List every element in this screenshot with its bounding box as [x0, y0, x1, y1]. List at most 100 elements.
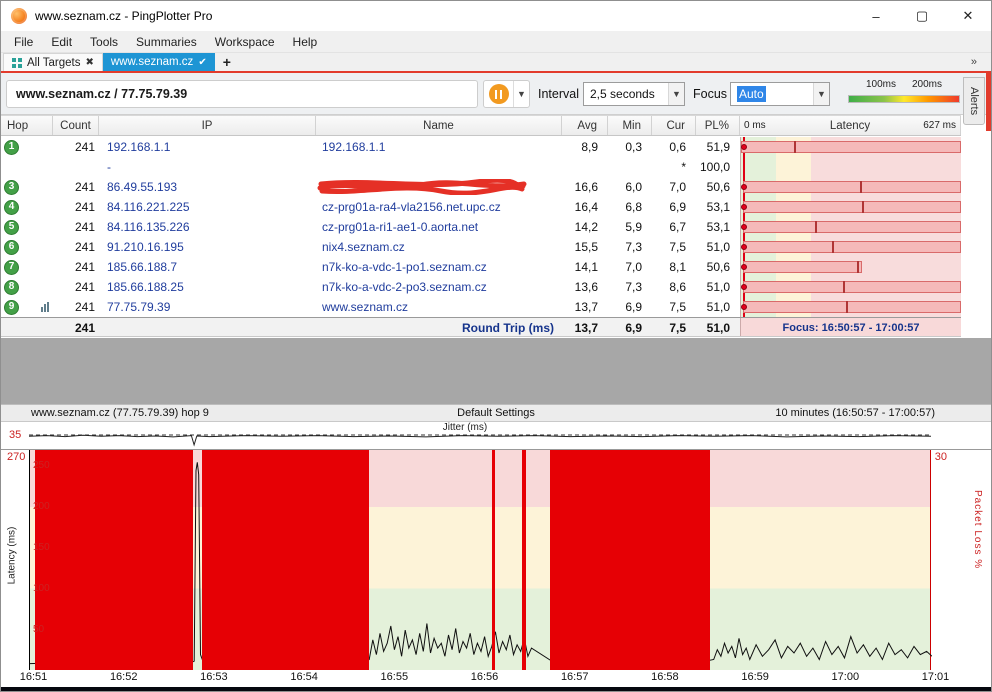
- menu-item-file[interactable]: File: [5, 31, 42, 53]
- latency-tick-label: 100: [33, 583, 50, 594]
- menu-item-help[interactable]: Help: [284, 31, 327, 53]
- menu-item-tools[interactable]: Tools: [81, 31, 127, 53]
- header-min[interactable]: Min: [608, 116, 652, 135]
- table-row[interactable]: 7241185.66.188.7n7k-ko-a-vdc-1-po1.sezna…: [1, 257, 961, 277]
- count-cell: 241: [53, 297, 99, 317]
- overflow-chevrons-icon[interactable]: »: [971, 56, 977, 68]
- tab-label: All Targets: [27, 57, 80, 69]
- legend-gradient-bar: [848, 95, 960, 103]
- cur-cell: 6,7: [652, 217, 696, 237]
- name-cell: 192.168.1.1: [316, 137, 562, 157]
- count-cell: [53, 157, 99, 177]
- alerts-side-tab[interactable]: Alerts: [963, 77, 985, 125]
- latency-marker-tick: [860, 181, 862, 193]
- jitter-title: Jitter (ms): [1, 422, 929, 433]
- table-row[interactable]: 524184.116.135.226cz-prg01a-ri1-ae1-0.ao…: [1, 217, 961, 237]
- count-cell: 241: [53, 137, 99, 157]
- minimize-button[interactable]: –: [853, 1, 899, 31]
- latency-axis-max: 270: [7, 451, 25, 463]
- header-cur[interactable]: Cur: [652, 116, 696, 135]
- count-cell: 241: [53, 237, 99, 257]
- hop-cell: [1, 157, 53, 177]
- latency-minigraph-cell: [740, 197, 961, 217]
- latency-marker-tick: [846, 301, 848, 313]
- ip-cell: 86.49.55.193: [99, 177, 316, 197]
- ip-cell: 77.75.79.39: [99, 297, 316, 317]
- timegraph-range-label[interactable]: 10 minutes (16:50:57 - 17:00:57): [775, 405, 935, 421]
- time-axis: 16:5116:5216:5316:5416:5516:5616:5716:58…: [1, 670, 991, 687]
- table-row[interactable]: 924177.75.79.39www.seznam.cz13,76,97,551…: [1, 297, 961, 317]
- menu-item-workspace[interactable]: Workspace: [206, 31, 284, 53]
- hop-number-badge: 3: [4, 180, 19, 195]
- header-avg[interactable]: Avg: [562, 116, 608, 135]
- table-row[interactable]: -*100,0: [1, 157, 961, 177]
- table-header: Hop Count IP Name Avg Min Cur PL% 0 ms L…: [1, 115, 961, 136]
- hop-cell: 7: [1, 257, 53, 277]
- header-count[interactable]: Count: [53, 116, 99, 135]
- focus-label: Focus: [693, 73, 727, 115]
- tab-www-seznam[interactable]: www.seznam.cz ✔: [103, 53, 215, 71]
- avg-cell: 16,4: [562, 197, 608, 217]
- current-latency-dot: [741, 244, 747, 250]
- latency-tick-label: 200: [33, 501, 50, 512]
- packet-loss-cell: 100,0: [696, 157, 740, 177]
- header-latency[interactable]: 0 ms Latency 627 ms: [740, 116, 961, 135]
- table-row[interactable]: 1241192.168.1.1192.168.1.18,90,30,651,9: [1, 137, 961, 157]
- name-cell: nix4.seznam.cz: [316, 237, 562, 257]
- hop-cell: 8: [1, 277, 53, 297]
- avg-cell: 14,2: [562, 217, 608, 237]
- min-cell: 6,0: [608, 177, 652, 197]
- avg-cell: 13,7: [562, 297, 608, 317]
- min-cell: 7,3: [608, 277, 652, 297]
- round-trip-label: Round Trip (ms): [316, 318, 562, 336]
- close-button[interactable]: ✕: [945, 1, 991, 31]
- tab-all-targets[interactable]: All Targets ✖: [3, 53, 103, 71]
- latency-minigraph-cell: [740, 177, 961, 197]
- legend-200ms-label: 200ms: [912, 79, 942, 90]
- check-icon: ✔: [198, 57, 206, 68]
- cur-cell: 7,5: [652, 237, 696, 257]
- count-cell: 241: [53, 257, 99, 277]
- footer-hop-cell: [1, 318, 53, 336]
- pause-dropdown[interactable]: ▼: [513, 81, 529, 107]
- new-tab-button[interactable]: +: [215, 53, 239, 71]
- latency-minigraph-cell: [740, 237, 961, 257]
- latency-scale-max: 627 ms: [923, 116, 956, 135]
- name-cell: cz-prg01a-ra4-vla2156.net.upc.cz: [316, 197, 562, 217]
- current-latency-dot: [741, 224, 747, 230]
- pause-icon: [489, 84, 509, 104]
- target-display[interactable]: www.seznam.cz / 77.75.79.39: [6, 80, 478, 108]
- close-tab-icon[interactable]: ✖: [85, 57, 93, 68]
- round-trip-row[interactable]: 241 Round Trip (ms) 13,7 6,9 7,5 51,0 Fo…: [1, 317, 961, 337]
- hop-number-badge: 1: [4, 140, 19, 155]
- table-row[interactable]: 424184.116.221.225cz-prg01a-ra4-vla2156.…: [1, 197, 961, 217]
- header-name[interactable]: Name: [316, 116, 562, 135]
- min-cell: 7,3: [608, 237, 652, 257]
- cur-cell: 8,6: [652, 277, 696, 297]
- table-row[interactable]: 8241185.66.188.25n7k-ko-a-vdc-2-po3.sezn…: [1, 277, 961, 297]
- packet-loss-cell: 50,6: [696, 257, 740, 277]
- hop-cell: 5: [1, 217, 53, 237]
- focus-select[interactable]: Auto ▼: [730, 82, 830, 106]
- menu-item-edit[interactable]: Edit: [42, 31, 81, 53]
- chevron-down-icon: ▼: [813, 83, 829, 105]
- pause-button[interactable]: [484, 81, 513, 107]
- latency-time-plot[interactable]: 25020015010050: [29, 450, 931, 671]
- avg-cell: 15,5: [562, 237, 608, 257]
- latency-marker-tick: [815, 221, 817, 233]
- alerts-indicator-strip: [986, 73, 991, 131]
- latency-minigraph-cell: [740, 217, 961, 237]
- table-row[interactable]: 324186.49.55.19316,66,07,050,6: [1, 177, 961, 197]
- latency-color-legend: 100ms 200ms: [846, 77, 964, 111]
- footer-avg: 13,7: [562, 318, 608, 336]
- header-hop[interactable]: Hop: [1, 116, 53, 135]
- maximize-button[interactable]: ▢: [899, 1, 945, 31]
- header-ip[interactable]: IP: [99, 116, 316, 135]
- title-bar: www.seznam.cz - PingPlotter Pro – ▢ ✕: [1, 1, 991, 31]
- menu-item-summaries[interactable]: Summaries: [127, 31, 206, 53]
- latency-marker-tick: [862, 201, 864, 213]
- footer-count: 241: [53, 318, 99, 336]
- interval-select[interactable]: 2,5 seconds ▼: [583, 82, 685, 106]
- table-row[interactable]: 624191.210.16.195nix4.seznam.cz15,57,37,…: [1, 237, 961, 257]
- header-pl[interactable]: PL%: [696, 116, 740, 135]
